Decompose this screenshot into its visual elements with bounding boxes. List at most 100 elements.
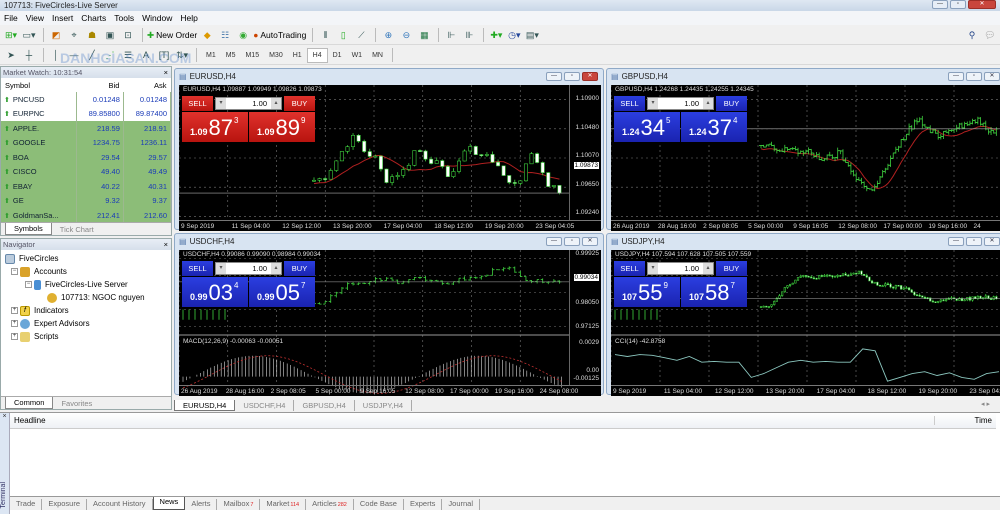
column-ask[interactable]: Ask bbox=[123, 78, 171, 92]
terminal-icon[interactable]: ▣ bbox=[102, 28, 118, 43]
tab-tick-chart[interactable]: Tick Chart bbox=[52, 224, 102, 235]
sell-price[interactable]: 1.24 34 5 bbox=[614, 112, 680, 142]
trendline-icon[interactable]: ╱ bbox=[84, 48, 100, 63]
buy-price[interactable]: 0.99 05 7 bbox=[249, 277, 315, 307]
close-icon[interactable]: × bbox=[164, 240, 168, 249]
close-button[interactable]: ✕ bbox=[984, 72, 1000, 81]
bar-chart-icon[interactable]: ⫴ bbox=[317, 28, 333, 43]
chat-icon[interactable]: 💬︎ bbox=[982, 28, 998, 43]
line-chart-icon[interactable]: ⟋ bbox=[353, 28, 369, 43]
arrows-icon[interactable]: ⇅▾ bbox=[174, 48, 190, 63]
chart-canvas[interactable]: USDJPY,H4 107.594 107.628 107.505 107.55… bbox=[611, 250, 1000, 396]
maximize-button[interactable]: ▫ bbox=[966, 237, 982, 246]
menu-file[interactable]: File bbox=[4, 13, 26, 23]
new-order-button[interactable]: ✚ New Order bbox=[147, 28, 197, 43]
tab-common[interactable]: Common bbox=[5, 397, 54, 409]
terminal-tab-trade[interactable]: Trade bbox=[10, 499, 43, 510]
chart-shift-icon[interactable]: ⊪ bbox=[461, 28, 477, 43]
timeframe-mn[interactable]: MN bbox=[367, 48, 388, 63]
buy-button[interactable]: BUY bbox=[716, 261, 747, 276]
chart-canvas[interactable]: GBPUSD,H4 1.24268 1.24435 1.24255 1.2434… bbox=[611, 85, 1000, 231]
minimize-button[interactable]: — bbox=[546, 72, 562, 81]
collapse-icon[interactable]: − bbox=[11, 268, 18, 275]
menu-charts[interactable]: Charts bbox=[81, 13, 114, 23]
market-watch-row[interactable]: ⬆ PNCUSD 0.01248 0.01248 bbox=[1, 92, 172, 107]
close-icon[interactable]: × bbox=[164, 68, 168, 77]
tree-item-accounts[interactable]: − Accounts bbox=[5, 265, 167, 278]
metaeditor-icon[interactable]: ◆ bbox=[199, 28, 215, 43]
maximize-button[interactable]: ▫ bbox=[950, 0, 966, 9]
terminal-tab-news[interactable]: News bbox=[152, 497, 186, 510]
market-watch-row[interactable]: ⬆ APPLE. 218.59 218.91 bbox=[1, 121, 172, 136]
chart-window-eurusd[interactable]: ▤ EURUSD,H4 — ▫ ✕ EURUSD,H4 1.09887 1.09949… bbox=[174, 68, 604, 231]
chart-tab-usdjpy[interactable]: USDJPY,H4 bbox=[355, 400, 413, 411]
text-icon[interactable]: A bbox=[138, 48, 154, 63]
terminal-tab-alerts[interactable]: Alerts bbox=[185, 499, 218, 510]
tree-item-expert-advisors[interactable]: + Expert Advisors bbox=[5, 317, 167, 330]
terminal-tab-journal[interactable]: Journal bbox=[442, 499, 481, 510]
signals-icon[interactable]: ◉ bbox=[235, 28, 251, 43]
time-axis[interactable]: 9 Sep 2019 11 Sep 04:00 12 Sep 12:00 13 Sep… bbox=[179, 220, 601, 231]
price-axis[interactable]: 0.99925 0.99034 0.98050 0.97125 0.0029 0.00 -0… bbox=[569, 250, 601, 385]
timeframe-w1[interactable]: W1 bbox=[347, 48, 368, 63]
tree-item-account[interactable]: 107713: NGOC nguyen bbox=[5, 291, 167, 304]
horizontal-line-icon[interactable]: — bbox=[66, 48, 82, 63]
column-symbol[interactable]: Symbol bbox=[1, 78, 77, 92]
buy-price[interactable]: 107 58 7 bbox=[681, 277, 747, 307]
maximize-button[interactable]: ▫ bbox=[966, 72, 982, 81]
menu-view[interactable]: View bbox=[26, 13, 52, 23]
chart-window-usdchf[interactable]: ▤ USDCHF,H4 — ▫ ✕ USDCHF,H4 0.99086 0.99090… bbox=[174, 233, 604, 396]
terminal-tab-code-base[interactable]: Code Base bbox=[354, 499, 404, 510]
increase-lot-button[interactable]: ▴ bbox=[271, 98, 281, 109]
autoscroll-icon[interactable]: ⊩ bbox=[443, 28, 459, 43]
timeframe-m5[interactable]: M5 bbox=[221, 48, 241, 63]
sell-price[interactable]: 1.09 87 3 bbox=[182, 112, 248, 142]
sell-button[interactable]: SELL bbox=[182, 96, 213, 111]
strategy-tester-icon[interactable]: ⊡ bbox=[120, 28, 136, 43]
tab-favorites[interactable]: Favorites bbox=[53, 398, 100, 409]
minimize-button[interactable]: — bbox=[932, 0, 948, 9]
maximize-button[interactable]: ▫ bbox=[564, 237, 580, 246]
tree-item-server[interactable]: − FiveCircles-Live Server bbox=[5, 278, 167, 291]
market-watch-row[interactable]: ⬆ BOA 29.54 29.57 bbox=[1, 150, 172, 165]
templates-icon[interactable]: ▤▾ bbox=[524, 28, 540, 43]
buy-button[interactable]: BUY bbox=[716, 96, 747, 111]
buy-price[interactable]: 1.09 89 9 bbox=[249, 112, 315, 142]
expand-icon[interactable]: + bbox=[11, 333, 18, 340]
zoom-in-icon[interactable]: ⊕ bbox=[380, 28, 396, 43]
terminal-tab-market[interactable]: Market114 bbox=[260, 499, 307, 510]
cursor-icon[interactable]: ➤ bbox=[3, 48, 19, 63]
market-watch-row[interactable]: ⬆ CISCO 49.40 49.49 bbox=[1, 164, 172, 179]
indicators-icon[interactable]: ✚▾ bbox=[488, 28, 504, 43]
decrease-lot-button[interactable]: ▾ bbox=[648, 263, 658, 274]
fibonacci-icon[interactable]: ☰ bbox=[120, 48, 136, 63]
terminal-tab-experts[interactable]: Experts bbox=[404, 499, 443, 510]
terminal-tab-articles[interactable]: Articles282 bbox=[306, 499, 354, 510]
terminal-tab-exposure[interactable]: Exposure bbox=[42, 499, 88, 510]
data-window-icon[interactable]: ⌖ bbox=[66, 28, 82, 43]
lot-size-input[interactable]: ▾ 1.00 ▴ bbox=[647, 97, 714, 110]
vertical-line-icon[interactable]: │ bbox=[48, 48, 64, 63]
chart-tab-eurusd[interactable]: EURUSD,H4 bbox=[174, 400, 236, 411]
market-watch-row[interactable]: ⬆ EURPNC 89.85800 89.87400 bbox=[1, 106, 172, 121]
sell-button[interactable]: SELL bbox=[182, 261, 213, 276]
market-watch-row[interactable]: ⬆ EBAY 40.22 40.31 bbox=[1, 179, 172, 194]
crosshair-icon[interactable]: ┼ bbox=[21, 48, 37, 63]
tab-symbols[interactable]: Symbols bbox=[5, 223, 52, 235]
sell-price[interactable]: 107 55 9 bbox=[614, 277, 680, 307]
buy-button[interactable]: BUY bbox=[284, 261, 315, 276]
autotrading-button[interactable]: ● AutoTrading bbox=[253, 28, 306, 43]
buy-button[interactable]: BUY bbox=[284, 96, 315, 111]
close-button[interactable]: ✕ bbox=[984, 237, 1000, 246]
market-watch-row[interactable]: ⬆ GOOGLE 1234.75 1236.11 bbox=[1, 135, 172, 150]
periods-icon[interactable]: ◷▾ bbox=[506, 28, 522, 43]
tree-item-root[interactable]: FiveCircles bbox=[5, 252, 167, 265]
time-axis[interactable]: 26 Aug 2019 28 Aug 16:00 2 Sep 08:05 5 Sep … bbox=[611, 220, 1000, 231]
price-axis[interactable]: 1.10900 1.10480 1.10070 1.09650 1.09240 1.098… bbox=[569, 85, 601, 220]
lot-size-input[interactable]: ▾ 1.00 ▴ bbox=[215, 97, 282, 110]
close-button[interactable]: ✕ bbox=[582, 237, 598, 246]
close-button[interactable]: ✕ bbox=[582, 72, 598, 81]
increase-lot-button[interactable]: ▴ bbox=[703, 98, 713, 109]
chart-canvas[interactable]: EURUSD,H4 1.09887 1.09949 1.09826 1.0987… bbox=[179, 85, 601, 231]
column-headline[interactable]: Headline bbox=[14, 416, 46, 425]
